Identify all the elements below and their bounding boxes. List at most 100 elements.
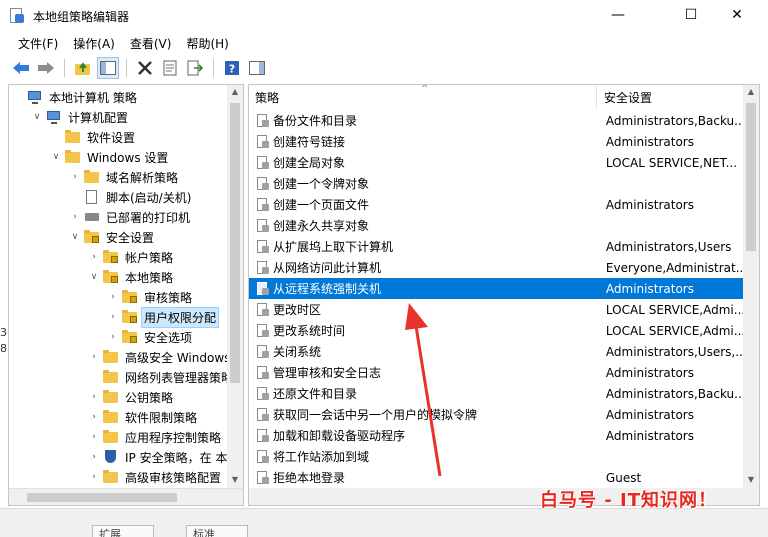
scroll-down-arrow-icon[interactable]: ▼ <box>743 475 759 484</box>
expand-chevron-icon[interactable]: › <box>89 392 99 402</box>
policy-row[interactable]: 从扩展坞上取下计算机 Administrators,Users <box>249 236 743 257</box>
policy-row[interactable]: 创建永久共享对象 <box>249 215 743 236</box>
policy-row[interactable]: 更改时区 LOCAL SERVICE,Admi... <box>249 299 743 320</box>
menu-help[interactable]: 帮助(H) <box>180 33 237 54</box>
policy-row[interactable]: 管理审核和安全日志 Administrators <box>249 362 743 383</box>
tree-scroll-thumb[interactable] <box>230 103 240 383</box>
forward-arrow-icon <box>38 62 54 74</box>
policy-row[interactable]: 备份文件和目录 Administrators,Backu... <box>249 110 743 131</box>
back-button[interactable] <box>10 57 32 79</box>
close-button[interactable]: ✕ <box>714 0 760 30</box>
expand-chevron-icon[interactable]: › <box>108 332 118 342</box>
show-hide-tree-button[interactable] <box>97 57 119 79</box>
tree-node[interactable]: ∨ Windows 设置 <box>51 147 170 167</box>
policy-row[interactable]: 创建一个令牌对象 <box>249 173 743 194</box>
tree-node[interactable]: › 应用程序控制策略 <box>89 427 223 447</box>
expand-chevron-icon[interactable]: › <box>89 412 99 422</box>
menu-file[interactable]: 文件(F) <box>12 33 67 54</box>
policy-row[interactable]: 关闭系统 Administrators,Users,... <box>249 341 743 362</box>
policy-row[interactable]: 创建符号链接 Administrators <box>249 131 743 152</box>
tree-vertical-scrollbar[interactable]: ▲ ▼ <box>227 85 243 488</box>
policy-row[interactable]: 创建一个页面文件 Administrators <box>249 194 743 215</box>
tree-node[interactable]: 网络列表管理器策略 <box>89 367 235 387</box>
tab-standard[interactable]: 标准 <box>186 525 248 537</box>
menu-view[interactable]: 查看(V) <box>124 33 181 54</box>
expand-chevron-icon[interactable]: › <box>108 292 118 302</box>
expand-chevron-icon[interactable]: › <box>89 432 99 442</box>
tree-node[interactable]: ∨ 本地策略 <box>89 267 175 287</box>
tree-node[interactable]: 软件设置 <box>51 127 137 147</box>
tree-node-label: Windows 设置 <box>87 150 169 165</box>
column-header-setting[interactable]: 安全设置 <box>598 85 744 110</box>
expand-chevron-icon[interactable]: › <box>89 252 99 262</box>
policy-row[interactable]: 更改系统时间 LOCAL SERVICE,Admi... <box>249 320 743 341</box>
tree-node[interactable]: › 安全选项 <box>108 327 194 347</box>
policy-row[interactable]: 从远程系统强制关机 Administrators <box>249 278 743 299</box>
collapse-chevron-icon[interactable]: ∨ <box>70 232 80 242</box>
properties-button[interactable] <box>159 57 181 79</box>
policy-row[interactable]: 将工作站添加到域 <box>249 446 743 467</box>
help-icon: ? <box>225 61 239 76</box>
list-vertical-scrollbar[interactable]: ▲ ▼ <box>743 85 759 488</box>
policy-security-setting: Administrators <box>605 197 694 212</box>
tree-node[interactable]: › 已部署的打印机 <box>70 207 192 227</box>
column-header-setting-label: 安全设置 <box>604 91 653 105</box>
tree-node[interactable]: ∨ 安全设置 <box>70 227 156 247</box>
policy-row[interactable]: 加载和卸载设备驱动程序 Administrators <box>249 425 743 446</box>
tree-node-label: 域名解析策略 <box>106 170 179 185</box>
tree-node[interactable]: › 用户权限分配 <box>108 306 220 328</box>
policy-row[interactable]: 还原文件和目录 Administrators,Backu... <box>249 383 743 404</box>
expand-chevron-icon[interactable]: › <box>70 172 80 182</box>
folder-up-icon <box>75 62 90 75</box>
expand-chevron-icon[interactable]: › <box>89 352 99 362</box>
shield-icon <box>103 450 119 464</box>
tree-horizontal-scrollbar[interactable] <box>9 488 243 505</box>
expand-chevron-icon[interactable]: › <box>89 472 99 482</box>
policy-name: 创建全局对象 <box>273 156 346 170</box>
tree-node[interactable]: › 高级审核策略配置 <box>89 467 223 487</box>
menu-action[interactable]: 操作(A) <box>67 33 124 54</box>
maximize-button[interactable]: ☐ <box>668 0 714 30</box>
tree-node[interactable]: › 软件限制策略 <box>89 407 199 427</box>
tree-hscroll-thumb[interactable] <box>27 493 177 502</box>
policy-row[interactable]: 从网络访问此计算机 Everyone,Administrat... <box>249 257 743 278</box>
expand-chevron-icon[interactable]: › <box>70 212 80 222</box>
list-scroll-thumb[interactable] <box>746 103 756 251</box>
tree-node[interactable]: 本地计算机 策略 <box>13 87 139 107</box>
policy-security-setting: Administrators <box>605 407 694 422</box>
policy-row[interactable]: 创建全局对象 LOCAL SERVICE,NET... <box>249 152 743 173</box>
export-list-button[interactable] <box>184 57 206 79</box>
help-button[interactable]: ? <box>221 57 243 79</box>
scroll-up-arrow-icon[interactable]: ▲ <box>743 87 759 96</box>
policy-icon <box>256 281 270 296</box>
tree-node[interactable]: 脚本(启动/关机) <box>70 187 193 207</box>
forward-button[interactable] <box>35 57 57 79</box>
folder-icon <box>103 390 119 404</box>
tree-node[interactable]: › 公钥策略 <box>89 387 175 407</box>
minimize-button[interactable]: — <box>595 0 641 30</box>
policy-row[interactable]: 获取同一会话中另一个用户的模拟令牌 Administrators <box>249 404 743 425</box>
tree-node[interactable]: › IP 安全策略，在 本地 <box>89 447 241 467</box>
collapse-chevron-icon[interactable]: ∨ <box>32 112 42 122</box>
expand-chevron-icon[interactable]: › <box>108 312 118 322</box>
column-header-policy[interactable]: 策略 ^ <box>249 85 597 110</box>
tree-node[interactable]: › 帐户策略 <box>89 247 175 267</box>
scroll-up-arrow-icon[interactable]: ▲ <box>227 87 243 96</box>
up-one-level-button[interactable] <box>72 57 94 79</box>
svg-text:?: ? <box>229 63 235 76</box>
show-action-pane-button[interactable] <box>246 57 268 79</box>
tree-node[interactable]: › 高级安全 Windows D <box>89 347 243 367</box>
tree-node[interactable]: ∨ 计算机配置 <box>32 107 130 127</box>
collapse-chevron-icon[interactable]: ∨ <box>51 152 61 162</box>
collapse-chevron-icon[interactable]: ∨ <box>89 272 99 282</box>
policy-row[interactable]: 拒绝本地登录 Guest <box>249 467 743 488</box>
tab-extended[interactable]: 扩展 <box>92 525 154 537</box>
expand-chevron-icon[interactable]: › <box>89 452 99 462</box>
tree-node[interactable]: › 审核策略 <box>108 287 194 307</box>
tree-node[interactable]: › 域名解析策略 <box>70 167 180 187</box>
tree-node-label: 软件设置 <box>87 130 136 145</box>
delete-button[interactable] <box>134 57 156 79</box>
scroll-down-arrow-icon[interactable]: ▼ <box>227 475 243 484</box>
policy-icon <box>256 134 270 149</box>
policy-icon <box>256 428 270 443</box>
